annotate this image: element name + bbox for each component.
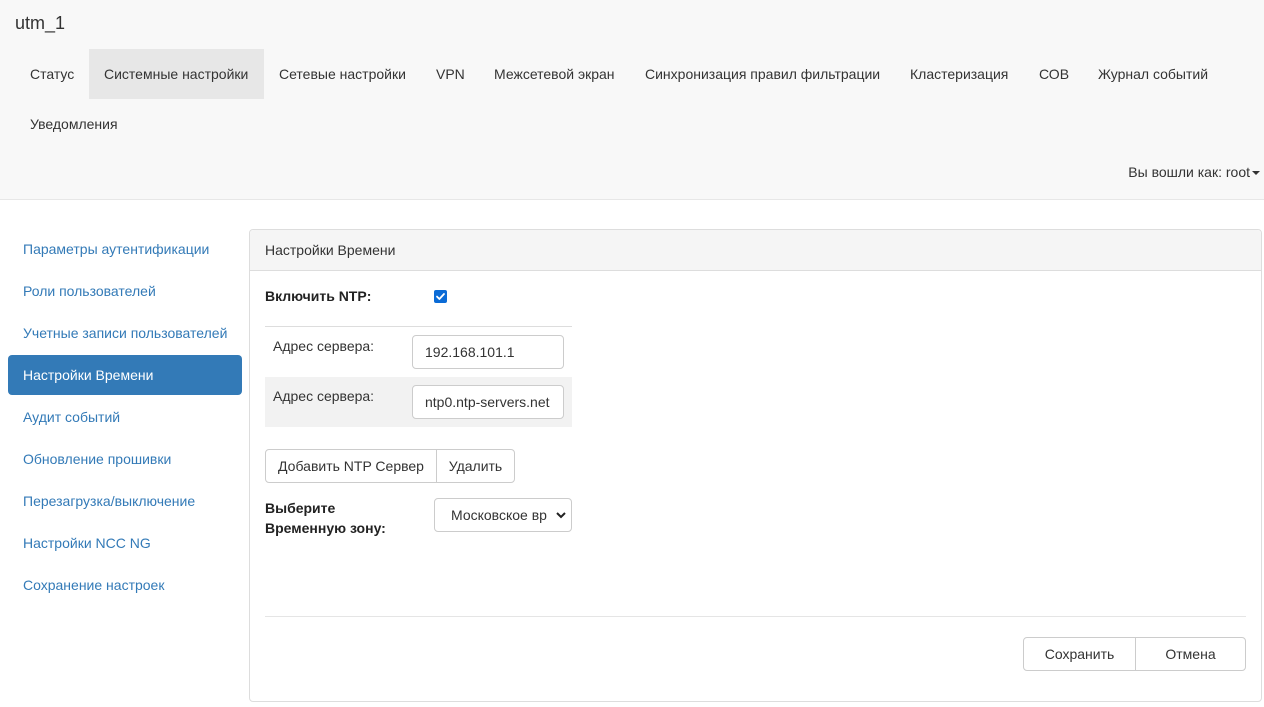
timezone-select-value: Московское вр (451, 507, 547, 523)
nav-filter-rules-sync[interactable]: Синхронизация правил фильтрации (630, 49, 895, 99)
server-address-label: Адрес сервера: (273, 338, 375, 354)
server-address-input[interactable]: ntp0.ntp-servers.net (412, 385, 564, 419)
nav-notifications[interactable]: Уведомления (15, 99, 133, 149)
sidebar-item-user-roles[interactable]: Роли пользователей (8, 271, 242, 311)
sidebar-item-event-audit[interactable]: Аудит событий (8, 397, 242, 437)
save-button[interactable]: Сохранить (1023, 637, 1136, 671)
ntp-enable-checkbox[interactable] (434, 290, 447, 303)
timezone-label-line2: Временную зону: (265, 520, 386, 536)
nav-ids[interactable]: СОВ (1024, 49, 1084, 99)
sidebar-item-user-accounts[interactable]: Учетные записи пользователей (8, 313, 242, 353)
app-title: utm_1 (15, 13, 66, 33)
caret-down-icon (1252, 171, 1260, 176)
user-menu[interactable]: Вы вошли как: root (1128, 164, 1260, 180)
chevron-down-icon (556, 512, 566, 519)
nav-system-settings[interactable]: Системные настройки (89, 49, 264, 99)
timezone-label: Выберите Временную зону: (265, 498, 386, 538)
timezone-select[interactable]: Московское вр (434, 498, 572, 532)
ntp-server-row: Адрес сервера: ntp0.ntp-servers.net (265, 377, 572, 427)
checkmark-icon (436, 293, 445, 300)
sidebar-item-reboot-shutdown[interactable]: Перезагрузка/выключение (8, 481, 242, 521)
add-ntp-server-button[interactable]: Добавить NTP Сервер (265, 449, 437, 483)
panel-title: Настройки Времени (250, 230, 1261, 271)
sidebar-item-save-settings[interactable]: Сохранение настроек (8, 565, 242, 605)
server-address-label: Адрес сервера: (273, 388, 375, 404)
nav-status[interactable]: Статус (15, 49, 89, 99)
timezone-label-line1: Выберите (265, 500, 336, 516)
nav-clustering[interactable]: Кластеризация (895, 49, 1023, 99)
nav-network-settings[interactable]: Сетевые настройки (264, 49, 421, 99)
sidebar-item-auth-params[interactable]: Параметры аутентификации (8, 229, 242, 269)
nav-firewall[interactable]: Межсетевой экран (479, 49, 630, 99)
time-settings-panel: Настройки Времени Включить NTP: Адрес се… (249, 229, 1262, 702)
delete-ntp-server-button[interactable]: Удалить (436, 449, 515, 483)
panel-divider (265, 616, 1246, 617)
cancel-button[interactable]: Отмена (1135, 637, 1246, 671)
nav-vpn[interactable]: VPN (421, 49, 480, 99)
ntp-server-table: Адрес сервера: 192.168.101.1 Адрес серве… (265, 326, 572, 427)
server-address-input[interactable]: 192.168.101.1 (412, 335, 564, 369)
sidebar-item-time-settings[interactable]: Настройки Времени (8, 355, 242, 395)
top-navbar: utm_1 Статус Системные настройки Сетевые… (0, 0, 1264, 200)
nav-event-log[interactable]: Журнал событий (1083, 49, 1223, 99)
ntp-server-row: Адрес сервера: 192.168.101.1 (265, 327, 572, 377)
user-menu-label: Вы вошли как: root (1128, 164, 1250, 180)
ntp-enable-label: Включить NTP: (265, 288, 372, 304)
sidebar-item-ncc-ng-settings[interactable]: Настройки NCC NG (8, 523, 242, 563)
sidebar-item-firmware-update[interactable]: Обновление прошивки (8, 439, 242, 479)
